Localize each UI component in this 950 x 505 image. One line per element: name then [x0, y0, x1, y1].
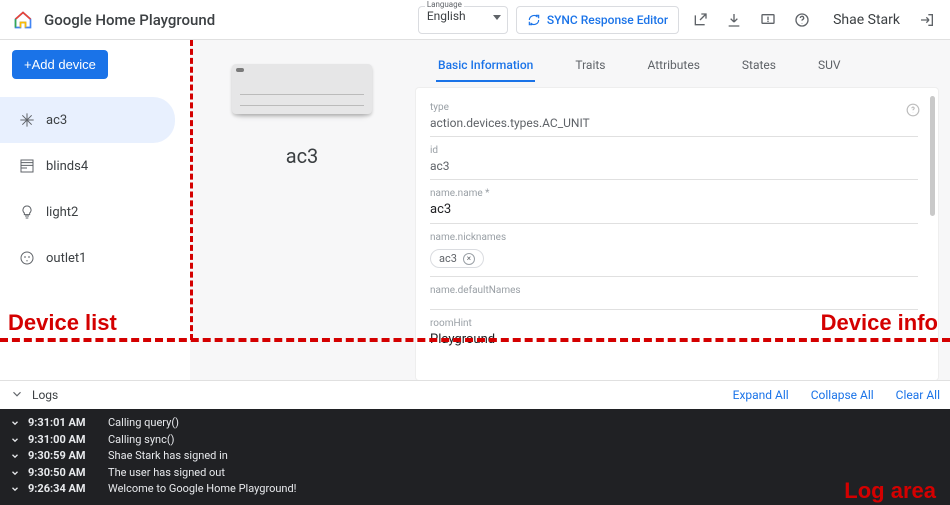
nickname-chip[interactable]: ac3 × — [430, 249, 484, 268]
logs-expand-all[interactable]: Expand All — [733, 388, 789, 402]
logs-toggle-icon[interactable] — [10, 387, 24, 404]
blinds-icon — [18, 157, 36, 175]
device-item-label: ac3 — [46, 113, 67, 128]
chevron-down-icon — [493, 15, 501, 20]
id-label: id — [430, 145, 918, 156]
app-header: Google Home Playground Language English … — [0, 0, 950, 40]
log-msg: Calling sync() — [108, 432, 174, 449]
user-name: Shae Stark — [833, 12, 900, 28]
device-preview: ac3 — [202, 50, 402, 380]
google-home-logo-icon — [10, 7, 36, 33]
device-item-label: blinds4 — [46, 159, 88, 174]
outlet-icon — [18, 249, 36, 267]
bulb-icon — [18, 203, 36, 221]
log-entry[interactable]: 9:26:34 AM Welcome to Google Home Playgro… — [10, 481, 940, 498]
annotation-divider-vertical — [190, 40, 193, 340]
field-help-icon[interactable] — [906, 102, 920, 121]
language-select[interactable]: Language English — [418, 6, 508, 34]
nickname-chip-label: ac3 — [439, 252, 457, 265]
device-item-ac3[interactable]: ac3 — [0, 97, 175, 143]
detail-tabs: Basic Information Traits Attributes Stat… — [416, 50, 938, 82]
logout-icon[interactable] — [914, 7, 940, 33]
device-item-light2[interactable]: light2 — [0, 189, 190, 235]
tab-states[interactable]: States — [740, 54, 778, 82]
tab-suv[interactable]: SUV — [816, 54, 843, 82]
log-entry[interactable]: 9:31:01 AM Calling query() — [10, 415, 940, 432]
nicknames-input[interactable]: ac3 × — [430, 243, 918, 277]
device-list: ac3 blinds4 light2 outlet1 — [0, 97, 190, 281]
download-icon[interactable] — [721, 7, 747, 33]
annotation-divider-horizontal — [0, 338, 950, 342]
annotation-device-info: Device info — [821, 310, 938, 336]
device-item-label: light2 — [46, 205, 78, 220]
log-entry[interactable]: 9:31:00 AM Calling sync() — [10, 432, 940, 449]
log-entry[interactable]: 9:30:50 AM The user has signed out — [10, 465, 940, 482]
feedback-icon[interactable] — [755, 7, 781, 33]
log-msg: Welcome to Google Home Playground! — [108, 481, 297, 498]
log-msg: Calling query() — [108, 415, 179, 432]
tab-basic-information[interactable]: Basic Information — [436, 54, 535, 82]
logs-collapse-all[interactable]: Collapse All — [811, 388, 874, 402]
log-time: 9:30:59 AM — [28, 448, 100, 465]
logs-panel: Logs Expand All Collapse All Clear All 9… — [0, 380, 950, 505]
nicknames-label: name.nicknames — [430, 232, 918, 243]
device-item-label: outlet1 — [46, 251, 86, 266]
defaultnames-label: name.defaultNames — [430, 285, 918, 296]
tab-attributes[interactable]: Attributes — [645, 54, 701, 82]
tab-traits[interactable]: Traits — [573, 54, 607, 82]
log-time: 9:31:00 AM — [28, 432, 100, 449]
log-time: 9:31:01 AM — [28, 415, 100, 432]
add-device-button[interactable]: +Add device — [12, 50, 108, 79]
logs-body: 9:31:01 AM Calling query() 9:31:00 AM Call… — [0, 409, 950, 505]
name-label: name.name * — [430, 188, 918, 199]
log-time: 9:30:50 AM — [28, 465, 100, 482]
type-value[interactable]: action.devices.types.AC_UNIT — [430, 113, 918, 137]
logo-wrap: Google Home Playground — [10, 7, 215, 33]
id-value: ac3 — [430, 156, 918, 180]
language-select-label: Language — [425, 0, 464, 9]
defaultnames-input[interactable] — [430, 296, 918, 310]
device-item-blinds4[interactable]: blinds4 — [0, 143, 190, 189]
snowflake-icon — [18, 111, 36, 129]
language-select-value: English — [427, 9, 466, 23]
annotation-device-list: Device list — [8, 310, 117, 336]
log-msg: Shae Stark has signed in — [108, 448, 228, 465]
chevron-down-icon — [10, 468, 20, 478]
type-label: type — [430, 102, 918, 113]
log-msg: The user has signed out — [108, 465, 225, 482]
chevron-down-icon — [10, 484, 20, 494]
ac-unit-image — [232, 64, 372, 114]
log-entry[interactable]: 9:30:59 AM Shae Stark has signed in — [10, 448, 940, 465]
chevron-down-icon — [10, 451, 20, 461]
chip-remove-icon[interactable]: × — [463, 253, 475, 265]
annotation-log-area: Log area — [844, 478, 936, 504]
device-item-outlet1[interactable]: outlet1 — [0, 235, 190, 281]
name-input[interactable]: ac3 — [430, 199, 918, 224]
app-title: Google Home Playground — [44, 11, 215, 29]
sync-response-editor-button[interactable]: SYNC Response Editor — [516, 6, 679, 34]
device-title: ac3 — [286, 144, 319, 168]
chevron-down-icon — [10, 435, 20, 445]
logs-clear-all[interactable]: Clear All — [896, 388, 940, 402]
export-icon[interactable] — [687, 7, 713, 33]
sync-icon — [527, 13, 541, 27]
logs-title: Logs — [32, 388, 58, 402]
basic-info-pane: type action.devices.types.AC_UNIT id ac3… — [416, 88, 938, 380]
pane-scrollbar[interactable] — [930, 96, 935, 216]
sync-button-label: SYNC Response Editor — [547, 13, 668, 27]
help-icon[interactable] — [789, 7, 815, 33]
log-time: 9:26:34 AM — [28, 481, 100, 498]
chevron-down-icon — [10, 418, 20, 428]
